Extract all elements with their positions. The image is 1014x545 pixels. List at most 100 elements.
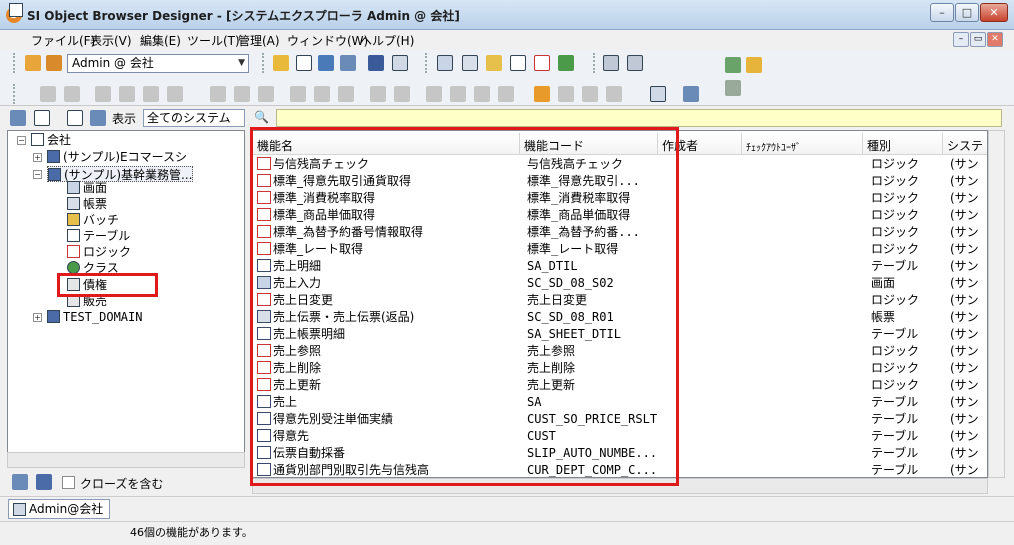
menu-edit[interactable]: 編集(E) (140, 32, 181, 49)
system-cell: (サン (950, 225, 979, 239)
tree-node-batch[interactable]: バッチ (67, 212, 119, 228)
screen-icon (67, 181, 80, 194)
mdi-close-icon[interactable]: ✕ (987, 32, 1003, 47)
list-vertical-scrollbar[interactable] (988, 130, 1005, 478)
explorer-tab-icon (13, 503, 26, 516)
domain-icon (47, 310, 60, 323)
tree-view-icon[interactable] (650, 86, 666, 102)
tree-footer-button-icon[interactable] (36, 474, 52, 490)
tree-node-table[interactable]: テーブル (67, 228, 130, 244)
tree-node-test-domain[interactable]: TEST_DOMAIN (47, 309, 142, 325)
org-mode-icon[interactable] (34, 110, 50, 126)
align-top-icon (290, 86, 306, 102)
new-user-icon[interactable] (25, 55, 41, 71)
system-cell: (サン (950, 157, 979, 171)
class-icon[interactable] (558, 55, 574, 71)
book-icon[interactable] (392, 55, 408, 71)
system-cell: (サン (950, 208, 979, 222)
list-icon[interactable] (340, 55, 356, 71)
tree-horizontal-scrollbar[interactable] (7, 452, 245, 468)
menu-file[interactable]: ファイル(F) (31, 32, 95, 49)
close-button[interactable]: ✕ (980, 3, 1008, 22)
display-filter-input[interactable]: 全てのシステム (143, 109, 245, 127)
mdi-restore-icon[interactable]: ▭ (970, 32, 986, 47)
import-icon[interactable] (725, 57, 741, 73)
redo-icon (64, 86, 80, 102)
toolbar-grip[interactable] (13, 53, 16, 73)
edit-pencil-icon[interactable] (725, 80, 741, 96)
company-icon (31, 133, 44, 146)
tree-mode-icon[interactable] (10, 110, 26, 126)
batch-icon[interactable] (486, 55, 502, 71)
type-cell: テーブル (871, 395, 919, 409)
menu-help[interactable]: ヘルプ(H) (360, 32, 414, 49)
toolbar-grip[interactable] (13, 84, 16, 104)
space-horizontal-icon (370, 86, 386, 102)
align-icon[interactable] (603, 55, 619, 71)
toolbar-grip[interactable] (425, 53, 428, 73)
column-divider[interactable] (942, 133, 943, 155)
column-header-system[interactable]: システ (947, 137, 983, 154)
system-cell: (サン (950, 412, 979, 426)
tree-collapse-icon[interactable]: − (33, 170, 42, 179)
menu-view[interactable]: 表示(V) (90, 32, 132, 49)
screen-icon[interactable] (437, 55, 453, 71)
tree-expand-icon[interactable]: + (33, 153, 42, 162)
tree-node-company[interactable]: 会社 (31, 132, 71, 148)
check-icon[interactable] (296, 55, 312, 71)
type-cell: ロジック (871, 344, 920, 358)
run-icon[interactable] (683, 86, 699, 102)
ungroup-icon (606, 86, 622, 102)
tree-collapse-icon[interactable]: − (17, 136, 26, 145)
tab-admin-company[interactable]: Admin@会社 (8, 499, 111, 519)
system-mode-icon[interactable] (90, 110, 106, 126)
column-divider[interactable] (741, 133, 742, 155)
mdi-minimize-icon[interactable]: – (953, 32, 969, 47)
tree-node-logic[interactable]: ロジック (67, 244, 131, 260)
highlight-box (250, 127, 679, 486)
tree-node-ecommerce[interactable]: (サンプル)Eコマースシ (47, 149, 187, 165)
include-closed-checkbox[interactable] (62, 476, 75, 489)
deploy-icon[interactable] (746, 57, 762, 73)
user-select[interactable]: Admin @ 会社 ▼ (67, 54, 249, 73)
bring-front-icon[interactable] (534, 86, 550, 102)
logic-icon (67, 245, 80, 258)
tree-footer-button-icon[interactable] (12, 474, 28, 490)
column-divider[interactable] (862, 133, 863, 155)
system-cell: (サン (950, 446, 979, 460)
space-vertical-icon (394, 86, 410, 102)
type-cell: ロジック (871, 157, 920, 171)
tree-node-screen[interactable]: 画面 (67, 180, 107, 196)
include-closed-label: クローズを含む (80, 477, 164, 491)
tree-expand-icon[interactable]: + (33, 313, 42, 322)
toolbar-grip[interactable] (593, 53, 596, 73)
menu-window[interactable]: ウィンドウ(W) (287, 32, 368, 49)
user-lock-icon[interactable] (46, 55, 62, 71)
column-header-checkout-user[interactable]: ﾁｪｯｸｱｳﾄﾕｰｻﾞ (746, 139, 801, 154)
same-width-icon (426, 86, 442, 102)
system-cell: (サン (950, 344, 979, 358)
search-box[interactable] (276, 109, 1002, 127)
window-title: SI Object Browser Designer - [システムエクスプロー… (27, 9, 460, 23)
batch-icon (67, 213, 80, 226)
column-header-type[interactable]: 種別 (867, 137, 891, 154)
table-icon[interactable] (510, 55, 526, 71)
login-icon[interactable] (273, 55, 289, 71)
copy-system-icon[interactable] (318, 55, 334, 71)
menu-admin[interactable]: 管理(A) (238, 32, 280, 49)
minimize-button[interactable]: – (930, 3, 954, 22)
table-icon (67, 229, 80, 242)
export-icon[interactable] (627, 55, 643, 71)
maximize-button[interactable]: □ (955, 3, 979, 22)
binoculars-icon[interactable]: 🔍 (254, 110, 269, 124)
type-cell: ロジック (871, 225, 920, 239)
system-cell: (サン (950, 242, 979, 256)
toolbar-grip[interactable] (262, 53, 265, 73)
tree-node-report[interactable]: 帳票 (67, 196, 107, 212)
document-menu-icon[interactable] (9, 3, 23, 17)
list-mode-icon[interactable] (67, 110, 83, 126)
logic-icon[interactable] (534, 55, 550, 71)
report-icon[interactable] (462, 55, 478, 71)
menu-tools[interactable]: ツール(T) (187, 32, 240, 49)
network-icon[interactable] (368, 55, 384, 71)
